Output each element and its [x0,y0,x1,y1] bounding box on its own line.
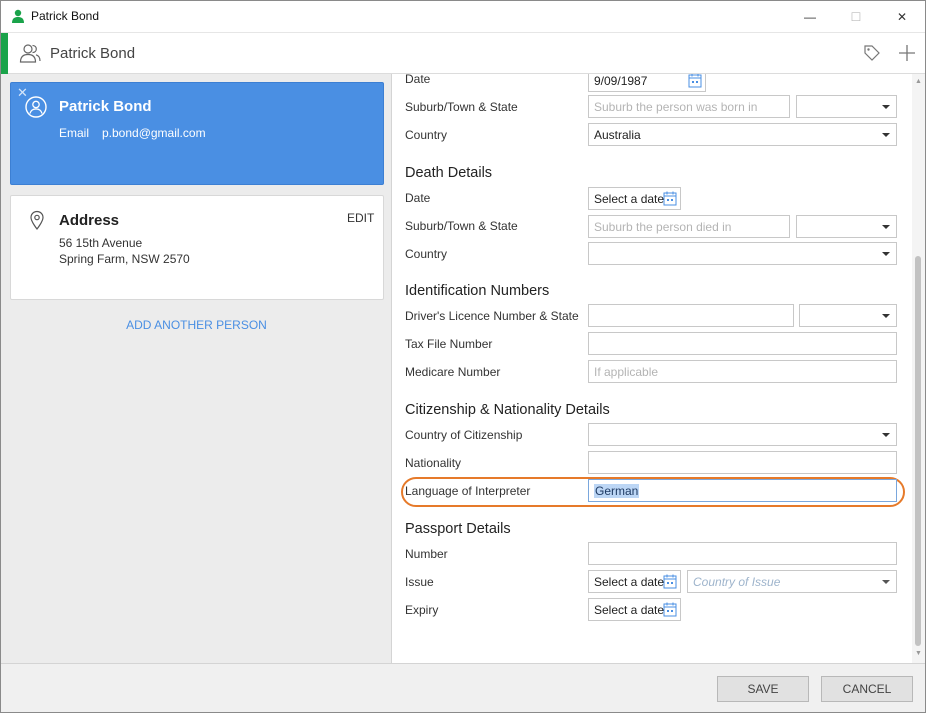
death-state-select[interactable] [796,215,897,238]
person-card[interactable]: ✕ Patrick Bond Email p.bond@gmail.com [10,82,384,185]
people-list-pane: ✕ Patrick Bond Email p.bond@gmail.com Ad… [1,74,392,663]
death-details-heading: Death Details [405,165,493,181]
death-suburb-input[interactable]: Suburb the person died in [588,215,790,238]
person-details-form: Date 9/09/1987 Suburb/Town & State Subur… [393,74,925,663]
chevron-down-icon [882,133,890,137]
death-country-select[interactable] [588,242,897,265]
birth-date-value: 9/09/1987 [594,74,648,88]
death-country-label: Country [405,247,448,261]
death-date-label: Date [405,191,431,205]
address-title: Address [59,212,120,229]
birth-country-select[interactable]: Australia [588,123,897,146]
citizenship-country-select[interactable] [588,423,897,446]
maximize-button[interactable]: ☐ [833,1,879,32]
issue-date-button-label: Select a date [594,575,665,589]
tax-file-number-input[interactable] [588,332,897,355]
chevron-down-icon [882,580,890,584]
tax-file-number-label: Tax File Number [405,337,493,351]
person-header: Patrick Bond [1,32,925,74]
add-icon[interactable] [898,44,916,62]
title-bar: Patrick Bond — ☐ ✕ [1,1,925,32]
passport-issue-date-picker[interactable]: Select a date [588,570,681,593]
form-scrollbar[interactable]: ▲ ▼ [912,74,925,663]
death-date-button-label: Select a date [594,192,665,206]
identification-heading: Identification Numbers [405,283,550,299]
country-of-issue-select[interactable]: Country of Issue [687,570,897,593]
interpreter-language-label: Language of Interpreter [405,484,531,498]
calendar-icon[interactable] [688,74,702,88]
chevron-down-icon [882,314,890,318]
address-card: Address EDIT 56 15th Avenue Spring Farm,… [10,195,384,300]
footer-bar: SAVE CANCEL [1,663,925,712]
scroll-up-icon[interactable]: ▲ [915,78,922,85]
person-app-icon [12,9,24,23]
passport-number-input[interactable] [588,542,897,565]
passport-expiry-label: Expiry [405,603,439,617]
chevron-down-icon [882,433,890,437]
address-line-2: Spring Farm, NSW 2570 [59,252,190,266]
minimize-button[interactable]: — [787,1,833,32]
death-date-picker[interactable]: Select a date [588,187,681,210]
window-title: Patrick Bond [31,9,100,23]
birth-country-label: Country [405,128,448,142]
chevron-down-icon [882,225,890,229]
birth-suburb-label: Suburb/Town & State [405,100,518,114]
licence-label: Driver's Licence Number & State [405,309,579,323]
licence-state-select[interactable] [799,304,897,327]
citizenship-heading: Citizenship & Nationality Details [405,402,610,418]
accent-bar [1,33,8,74]
scrollbar-thumb[interactable] [915,256,921,646]
address-line-1: 56 15th Avenue [59,236,143,250]
birth-state-select[interactable] [796,95,897,118]
passport-expiry-date-picker[interactable]: Select a date [588,598,681,621]
chevron-down-icon [882,252,890,256]
passport-issue-label: Issue [405,575,434,589]
header-person-name: Patrick Bond [50,45,136,62]
edit-address-link[interactable]: EDIT [347,211,374,225]
passport-number-label: Number [405,547,448,561]
birth-date-picker[interactable]: 9/09/1987 [588,74,706,92]
save-button[interactable]: SAVE [717,676,809,702]
close-icon: ✕ [896,9,908,24]
country-of-issue-placeholder: Country of Issue [693,575,781,589]
nationality-label: Nationality [405,456,462,470]
cancel-button[interactable]: CANCEL [821,676,913,702]
minimize-icon: — [804,9,816,24]
expiry-date-button-label: Select a date [594,603,665,617]
medicare-number-input[interactable]: If applicable [588,360,897,383]
medicare-label: Medicare Number [405,365,501,379]
people-icon [19,44,41,63]
calendar-icon[interactable] [663,191,677,206]
calendar-icon[interactable] [663,602,677,617]
close-window-button[interactable]: ✕ [879,1,925,32]
nationality-input[interactable] [588,451,897,474]
add-another-person-link[interactable]: ADD ANOTHER PERSON [1,318,392,332]
interpreter-language-input[interactable]: German [588,479,897,502]
death-suburb-label: Suburb/Town & State [405,219,518,233]
email-label: Email [59,126,90,140]
birth-date-label: Date [405,74,431,86]
app-window: Patrick Bond — ☐ ✕ Patrick Bond ✕ Patric… [0,0,926,713]
birth-suburb-input[interactable]: Suburb the person was born in [588,95,790,118]
scroll-down-icon[interactable]: ▼ [915,650,922,657]
person-avatar-icon [25,96,47,118]
passport-heading: Passport Details [405,521,511,537]
licence-number-input[interactable] [588,304,794,327]
person-card-name: Patrick Bond [59,98,152,115]
chevron-down-icon [882,105,890,109]
birth-country-value: Australia [594,128,641,142]
calendar-icon[interactable] [663,574,677,589]
citizenship-country-label: Country of Citizenship [405,428,523,442]
interpreter-language-value: German [594,484,640,498]
tag-icon[interactable] [863,44,881,62]
location-pin-icon [30,210,44,230]
maximize-icon: ☐ [850,9,862,24]
email-value: p.bond@gmail.com [102,126,206,140]
